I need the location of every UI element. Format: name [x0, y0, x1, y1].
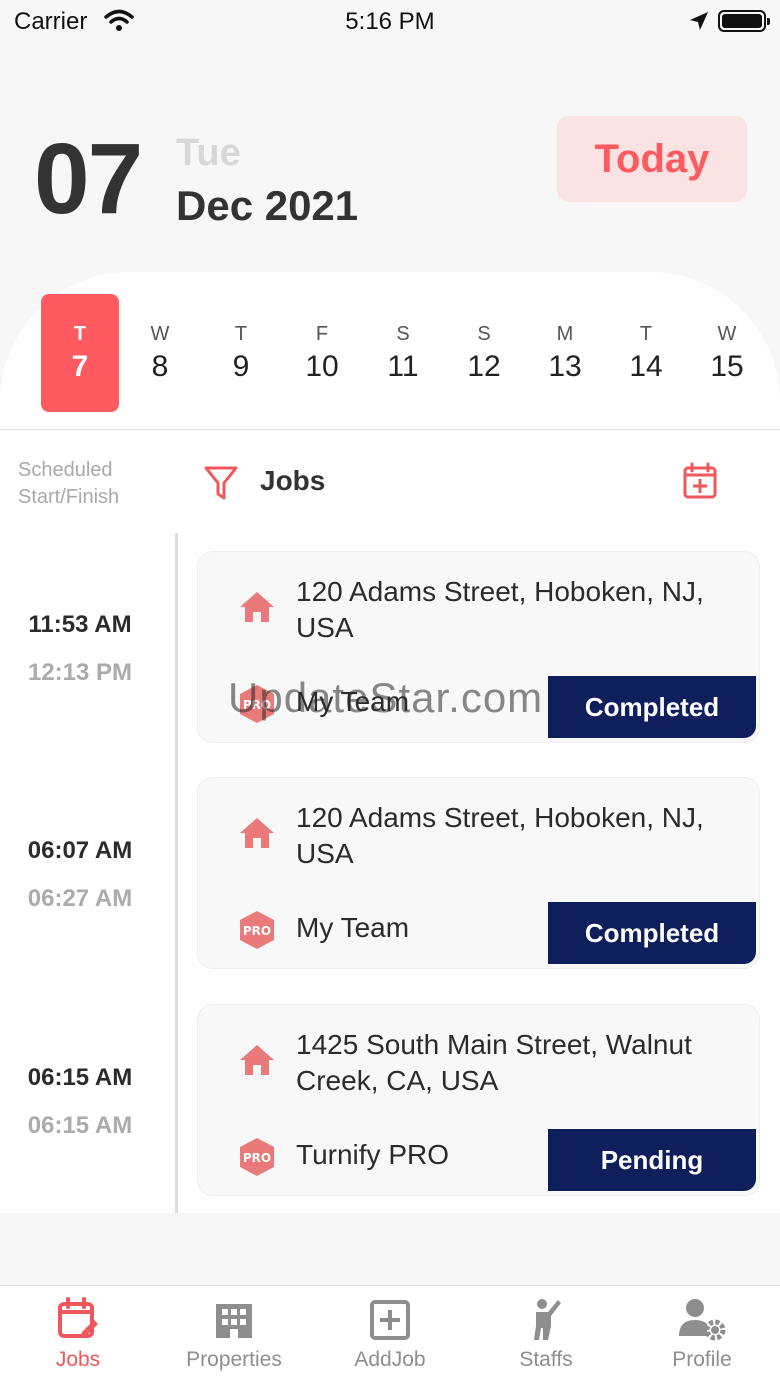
day-number: 07: [34, 123, 143, 235]
job-end-time: 12:13 PM: [27, 659, 133, 686]
week-day-8[interactable]: W 8: [121, 294, 199, 412]
scheduled-label: Scheduled Start/Finish: [18, 457, 168, 511]
job-team: Turnify PRO: [296, 1139, 449, 1170]
week-day-letter: T: [234, 322, 248, 345]
week-day-number: 10: [305, 349, 339, 383]
week-day-number: 7: [71, 349, 89, 383]
pro-badge-icon: PRO: [240, 911, 274, 949]
job-start-time: 06:15 AM: [27, 1064, 133, 1091]
week-day-9[interactable]: T 9: [202, 294, 280, 412]
tab-properties[interactable]: Properties: [156, 1296, 312, 1387]
week-day-15[interactable]: W 15: [688, 294, 766, 412]
tab-label: Staffs: [519, 1348, 573, 1371]
pro-badge-icon: PRO: [240, 1138, 274, 1176]
person-waving-icon: [534, 1299, 561, 1340]
tab-label: AddJob: [354, 1348, 426, 1371]
job-card[interactable]: 120 Adams Street, Hoboken, NJ, USA PRO M…: [197, 551, 760, 743]
tab-profile[interactable]: Profile: [624, 1296, 780, 1387]
home-icon: [240, 592, 274, 622]
week-day-letter: W: [717, 322, 737, 345]
job-end-time: 06:15 AM: [27, 1112, 133, 1139]
week-day-letter: M: [556, 322, 574, 345]
job-start-time: 06:07 AM: [27, 837, 133, 864]
svg-text:PRO: PRO: [243, 698, 271, 712]
tab-staffs[interactable]: Staffs: [468, 1296, 624, 1387]
battery-icon: [718, 10, 770, 32]
week-day-letter: F: [315, 322, 329, 345]
week-day-11[interactable]: S 11: [364, 294, 442, 412]
week-day-10[interactable]: F 10: [283, 294, 361, 412]
week-day-14[interactable]: T 14: [607, 294, 685, 412]
location-arrow-icon: [690, 12, 708, 30]
weekday-label: Tue: [176, 132, 241, 174]
month-year-label: Dec 2021: [176, 182, 359, 229]
week-day-7[interactable]: T 7: [41, 294, 119, 412]
week-day-number: 8: [151, 349, 169, 383]
add-calendar-icon[interactable]: [682, 462, 718, 500]
scheduled-label-line2: Start/Finish: [18, 486, 120, 508]
job-address: 1425 South Main Street, Walnut Creek, CA…: [296, 1029, 692, 1096]
tab-label: Properties: [186, 1348, 282, 1371]
tab-label: Profile: [672, 1348, 732, 1371]
building-icon: [216, 1304, 252, 1338]
home-icon: [240, 818, 274, 848]
week-day-12[interactable]: S 12: [445, 294, 523, 412]
job-card[interactable]: 120 Adams Street, Hoboken, NJ, USA PRO M…: [197, 777, 760, 969]
week-day-number: 13: [548, 349, 582, 383]
status-time: 5:16 PM: [345, 8, 435, 35]
tab-addjob[interactable]: AddJob: [312, 1296, 468, 1387]
timeline-line: [175, 533, 178, 1213]
tab-bar: Jobs Properties AddJob Staffs Profile: [0, 1285, 780, 1387]
job-address: 120 Adams Street, Hoboken, NJ, USA: [296, 802, 704, 869]
tab-jobs[interactable]: Jobs: [0, 1296, 156, 1387]
week-day-number: 9: [232, 349, 250, 383]
status-badge: Completed: [548, 902, 756, 964]
week-day-letter: T: [639, 322, 653, 345]
user-gear-icon: [679, 1299, 726, 1341]
week-day-letter: T: [73, 322, 87, 345]
status-badge: Pending: [548, 1129, 756, 1191]
job-address: 120 Adams Street, Hoboken, NJ, USA: [296, 576, 704, 643]
job-team: My Team: [296, 686, 410, 717]
job-start-time: 11:53 AM: [28, 611, 132, 638]
week-day-letter: S: [396, 322, 410, 345]
today-button[interactable]: Today: [557, 116, 747, 202]
svg-text:PRO: PRO: [243, 1151, 271, 1165]
home-icon: [240, 1045, 274, 1075]
week-day-number: 15: [710, 349, 744, 383]
pro-badge-icon: PRO: [240, 685, 274, 723]
calendar-edit-icon: [58, 1297, 98, 1338]
plus-square-icon: [370, 1300, 410, 1340]
tab-label: Jobs: [55, 1348, 101, 1371]
job-card[interactable]: 1425 South Main Street, Walnut Creek, CA…: [197, 1004, 760, 1196]
jobs-title: Jobs: [260, 465, 326, 496]
week-day-letter: S: [477, 322, 491, 345]
filter-icon[interactable]: [203, 464, 239, 502]
bottom-spacer: [0, 1213, 780, 1285]
job-end-time: 06:27 AM: [27, 885, 133, 912]
week-day-number: 11: [387, 349, 419, 383]
status-badge: Completed: [548, 676, 756, 738]
scheduled-label-line1: Scheduled: [18, 459, 113, 481]
week-strip: T 7 W 8 T 9 F 10 S 11 S 12 M 13 T 14 W 1…: [0, 272, 780, 430]
status-bar: Carrier 5:16 PM: [0, 0, 780, 44]
week-day-13[interactable]: M 13: [526, 294, 604, 412]
week-day-number: 12: [467, 349, 501, 383]
job-team: My Team: [296, 912, 410, 943]
week-day-number: 14: [629, 349, 663, 383]
svg-text:PRO: PRO: [243, 924, 271, 938]
jobs-content: Scheduled Start/Finish Jobs 11:53 AM 12:…: [0, 431, 780, 1213]
week-day-letter: W: [150, 322, 170, 345]
